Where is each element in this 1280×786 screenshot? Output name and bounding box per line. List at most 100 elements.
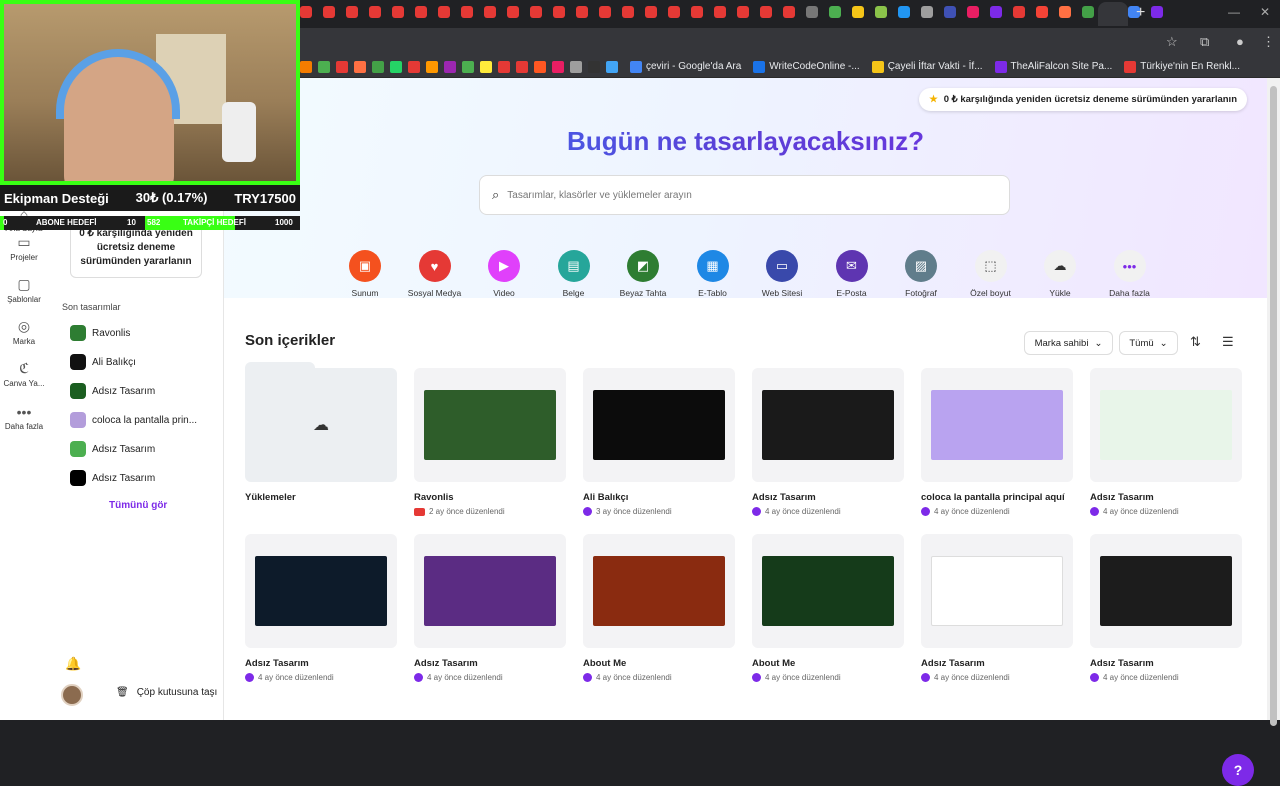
tab-favicon[interactable] <box>346 6 358 18</box>
bookmark-item[interactable]: Çayeli İftar Vakti - İf... <box>871 60 983 73</box>
category-website[interactable]: ▭ Web Sitesi <box>747 250 817 298</box>
tab-favicon[interactable] <box>783 6 795 18</box>
menu-icon[interactable]: ⋮ <box>1262 34 1275 50</box>
tab-favicon[interactable] <box>484 6 496 18</box>
new-tab-button[interactable]: + <box>1136 4 1145 22</box>
tab-favicon[interactable] <box>438 6 450 18</box>
bookmark-item[interactable]: TheAliFalcon Site Pa... <box>994 60 1112 73</box>
tab-favicon[interactable] <box>576 6 588 18</box>
active-tab[interactable] <box>1098 2 1128 26</box>
tab-favicon[interactable] <box>415 6 427 18</box>
category-whiteboard[interactable]: ◩ Beyaz Tahta <box>608 250 678 298</box>
profile-icon[interactable]: ● <box>1236 34 1244 49</box>
design-card[interactable]: Adsız Tasarım 4 ay önce düzenlendi <box>752 368 904 516</box>
rail-item-template[interactable]: ▢ Şablonlar <box>0 276 48 304</box>
see-all-link[interactable]: Tümünü gör <box>109 500 167 511</box>
design-card[interactable]: coloca la pantalla principal aquí 4 ay ön… <box>921 368 1073 516</box>
bookmark-icon[interactable] <box>444 60 456 73</box>
page-scrollbar[interactable] <box>1267 78 1280 726</box>
category-video[interactable]: ▶ Video <box>469 250 539 298</box>
search-input[interactable]: ⌕ Tasarımlar, klasörler ve yüklemeler ar… <box>479 175 1010 215</box>
bookmark-icon[interactable] <box>390 60 402 73</box>
tab-favicon[interactable] <box>990 6 1002 18</box>
tab-favicon[interactable] <box>691 6 703 18</box>
tab-favicon[interactable] <box>530 6 542 18</box>
bookmark-icon[interactable] <box>570 60 582 73</box>
bookmark-item[interactable]: WriteCodeOnline -... <box>753 60 860 73</box>
bookmark-icon[interactable] <box>300 60 312 73</box>
category-more[interactable]: ••• Daha fazla <box>1095 250 1165 298</box>
category-document[interactable]: ▤ Belge <box>539 250 609 298</box>
bookmark-icon[interactable] <box>606 60 618 73</box>
tab-favicon[interactable] <box>875 6 887 18</box>
bookmark-icon[interactable] <box>372 60 384 73</box>
tab-favicon[interactable] <box>806 6 818 18</box>
design-card[interactable]: Ali Balıkçı 3 ay önce düzenlendi <box>583 368 735 516</box>
design-card[interactable]: Adsız Tasarım 4 ay önce düzenlendi <box>921 534 1073 682</box>
bookmark-icon[interactable] <box>588 60 600 73</box>
pinned-tabs[interactable] <box>300 6 1172 22</box>
bookmark-icon[interactable] <box>498 60 510 73</box>
type-filter-dropdown[interactable]: Tümü ⌄ <box>1119 331 1178 355</box>
tab-favicon[interactable] <box>1013 6 1025 18</box>
tab-favicon[interactable] <box>921 6 933 18</box>
bookmark-item[interactable]: Türkiye'nin En Renkl... <box>1124 60 1240 73</box>
category-spreadsheet[interactable]: ▦ E-Tablo <box>678 250 748 298</box>
bookmark-icon[interactable] <box>462 60 474 73</box>
category-upload[interactable]: ☁ Yükle <box>1025 250 1095 298</box>
design-card[interactable]: Adsız Tasarım 4 ay önce düzenlendi <box>1090 368 1242 516</box>
extensions-icon[interactable]: ⧉ <box>1200 34 1209 50</box>
design-card[interactable]: About Me 4 ay önce düzenlendi <box>752 534 904 682</box>
tab-favicon[interactable] <box>300 6 312 18</box>
bookmark-icon[interactable] <box>318 60 330 73</box>
tab-favicon[interactable] <box>1082 6 1094 18</box>
tab-favicon[interactable] <box>1151 6 1163 18</box>
category-heart[interactable]: ♥ Sosyal Medya <box>400 250 470 298</box>
rail-item-more[interactable]: ••• Daha fazla <box>0 404 48 431</box>
tab-favicon[interactable] <box>967 6 979 18</box>
bookmark-icon[interactable] <box>552 60 564 73</box>
bookmark-icon[interactable] <box>336 60 348 73</box>
design-card[interactable]: About Me 4 ay önce düzenlendi <box>583 534 735 682</box>
sort-icon[interactable]: ⇅ <box>1190 334 1201 350</box>
bookmark-icon[interactable] <box>516 60 528 73</box>
bookmark-icon[interactable] <box>408 60 420 73</box>
tab-favicon[interactable] <box>392 6 404 18</box>
recent-design-item[interactable]: Ali Balıkçı <box>70 354 210 370</box>
tab-favicon[interactable] <box>645 6 657 18</box>
category-presentation[interactable]: ▣ Sunum <box>330 250 400 298</box>
tab-favicon[interactable] <box>461 6 473 18</box>
uploads-folder[interactable]: ☁ Yüklemeler <box>245 362 397 503</box>
tab-favicon[interactable] <box>599 6 611 18</box>
star-icon[interactable]: ☆ <box>1166 34 1178 50</box>
recent-design-item[interactable]: coloca la pantalla prin... <box>70 412 210 428</box>
tab-favicon[interactable] <box>369 6 381 18</box>
close-window-icon[interactable]: ✕ <box>1260 5 1270 19</box>
tab-favicon[interactable] <box>507 6 519 18</box>
category-email[interactable]: ✉ E-Posta <box>817 250 887 298</box>
recent-design-item[interactable]: Adsız Tasarım <box>70 383 210 399</box>
tab-favicon[interactable] <box>737 6 749 18</box>
bookmark-icon[interactable] <box>480 60 492 73</box>
rail-item-folder[interactable]: ▭ Projeler <box>0 234 48 262</box>
tab-favicon[interactable] <box>852 6 864 18</box>
bookmark-icon[interactable] <box>426 60 438 73</box>
design-card[interactable]: Adsız Tasarım 4 ay önce düzenlendi <box>245 534 397 682</box>
rail-item-brand[interactable]: ◎ Marka <box>0 318 48 346</box>
tab-favicon[interactable] <box>1059 6 1071 18</box>
help-button[interactable]: ? <box>1222 754 1254 786</box>
tab-favicon[interactable] <box>323 6 335 18</box>
bookmark-item[interactable]: çeviri - Google'da Ara <box>630 60 741 73</box>
bell-icon[interactable]: 🔔 <box>65 656 81 672</box>
bookmark-icon[interactable] <box>354 60 366 73</box>
trial-promo-pill[interactable]: ★ 0 ₺ karşılığında yeniden ücretsiz dene… <box>919 88 1247 111</box>
avatar[interactable] <box>61 684 83 706</box>
tab-favicon[interactable] <box>1036 6 1048 18</box>
tab-favicon[interactable] <box>829 6 841 18</box>
tab-favicon[interactable] <box>622 6 634 18</box>
tab-favicon[interactable] <box>760 6 772 18</box>
trash-button[interactable]: 🗑 Çöp kutusuna taşı <box>116 687 217 698</box>
tab-favicon[interactable] <box>553 6 565 18</box>
rail-item-ai[interactable]: ℭ Canva Ya... <box>0 360 48 388</box>
tab-favicon[interactable] <box>944 6 956 18</box>
